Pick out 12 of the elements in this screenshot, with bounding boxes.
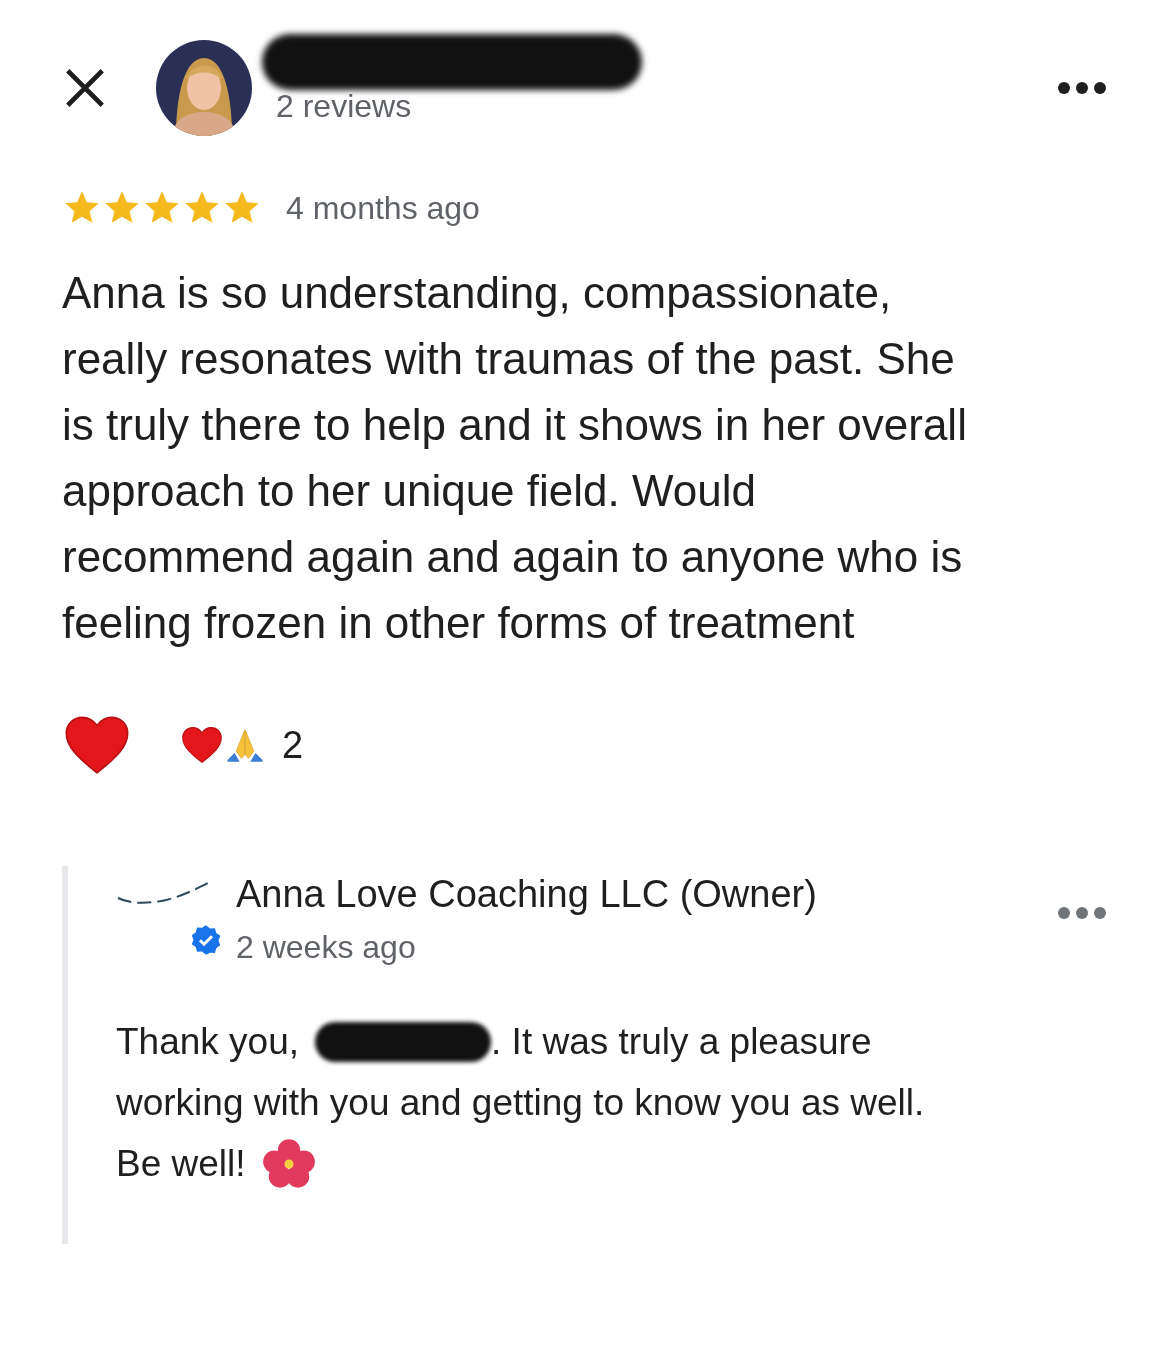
reply-text: . It was truly a pleasure bbox=[491, 1020, 872, 1064]
reaction-count: 2 bbox=[282, 722, 304, 768]
reply-time: 2 weeks ago bbox=[236, 928, 417, 967]
reply-text: Be well! bbox=[116, 1142, 246, 1186]
review-text: Anna is so understanding, compassionate, really resonates with traumas of the past. She is truly there to help and it shows in her overall approach to her unique field. Would recommend again and again to anyone who is feeling frozen in other forms of treatment bbox=[62, 267, 968, 649]
reply-text: Thank you, bbox=[116, 1020, 300, 1064]
review-count: 2 reviews bbox=[276, 87, 413, 126]
reply-text: working with you and getting to know you as well. bbox=[116, 1082, 925, 1123]
flower-icon bbox=[261, 1136, 316, 1191]
review-time: 4 months ago bbox=[286, 189, 480, 228]
more-options-button[interactable] bbox=[1057, 81, 1107, 95]
owner-name: Anna Love Coaching LLC (Owner) bbox=[236, 872, 818, 917]
